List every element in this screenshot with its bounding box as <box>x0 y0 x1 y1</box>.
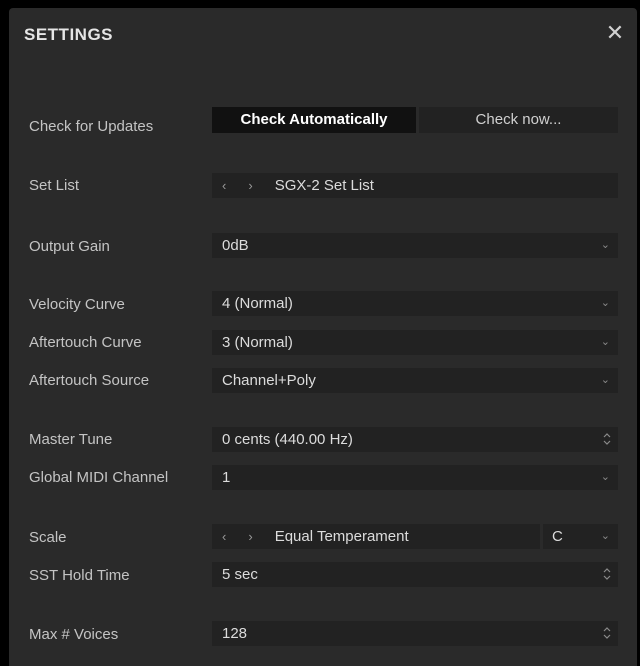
scale-value: Equal Temperament <box>274 528 409 545</box>
sst-hold-label: SST Hold Time <box>29 567 130 584</box>
max-voices-stepper[interactable]: 128 <box>212 621 618 646</box>
velocity-curve-value: 4 (Normal) <box>222 295 293 312</box>
set-list-next-icon[interactable]: › <box>248 178 262 193</box>
check-now-button[interactable]: Check now... <box>419 107 618 133</box>
chevron-down-icon: ⌄ <box>600 297 610 309</box>
chevron-down-icon: ⌄ <box>600 530 610 542</box>
set-list-prev-icon[interactable]: ‹ <box>222 178 236 193</box>
master-tune-label: Master Tune <box>29 431 113 448</box>
max-voices-value: 128 <box>222 625 248 642</box>
up-down-stepper-icon <box>603 627 611 639</box>
scale-key-dropdown[interactable]: C ⌄ <box>543 524 618 549</box>
output-gain-dropdown[interactable]: 0dB ⌄ <box>212 233 618 258</box>
chevron-down-icon: ⌄ <box>600 471 610 483</box>
set-list-label: Set List <box>29 177 80 194</box>
set-list-value: SGX-2 Set List <box>274 177 374 194</box>
scale-label: Scale <box>29 529 67 546</box>
aftertouch-curve-value: 3 (Normal) <box>222 334 293 351</box>
scale-key-value: C <box>552 528 563 545</box>
aftertouch-source-value: Channel+Poly <box>222 372 316 389</box>
dialog-title: SETTINGS <box>24 25 114 44</box>
master-tune-value: 0 cents (440.00 Hz) <box>222 431 353 448</box>
up-down-stepper-icon <box>603 568 611 580</box>
scale-field: ‹ › Equal Temperament <box>212 524 540 549</box>
chevron-down-icon: ⌄ <box>600 374 610 386</box>
max-voices-label: Max # Voices <box>29 626 119 643</box>
velocity-curve-dropdown[interactable]: 4 (Normal) ⌄ <box>212 291 618 316</box>
aftertouch-curve-label: Aftertouch Curve <box>29 334 142 351</box>
scale-prev-icon[interactable]: ‹ <box>222 529 236 544</box>
aftertouch-source-dropdown[interactable]: Channel+Poly ⌄ <box>212 368 618 393</box>
velocity-curve-label: Velocity Curve <box>29 296 125 313</box>
scale-next-icon[interactable]: › <box>248 529 262 544</box>
check-automatically-button[interactable]: Check Automatically <box>212 107 416 133</box>
set-list-field: ‹ › SGX-2 Set List <box>212 173 618 198</box>
up-down-stepper-icon <box>603 433 611 445</box>
sst-hold-value: 5 sec <box>222 566 258 583</box>
check-updates-label: Check for Updates <box>29 118 154 135</box>
sst-hold-stepper[interactable]: 5 sec <box>212 562 618 587</box>
midi-channel-label: Global MIDI Channel <box>29 469 169 486</box>
output-gain-value: 0dB <box>222 237 249 254</box>
close-icon[interactable]: ✕ <box>603 21 627 45</box>
midi-channel-dropdown[interactable]: 1 ⌄ <box>212 465 618 490</box>
aftertouch-source-label: Aftertouch Source <box>29 372 150 389</box>
midi-channel-value: 1 <box>222 469 231 486</box>
chevron-down-icon: ⌄ <box>600 239 610 251</box>
chevron-down-icon: ⌄ <box>600 336 610 348</box>
output-gain-label: Output Gain <box>29 238 110 255</box>
aftertouch-curve-dropdown[interactable]: 3 (Normal) ⌄ <box>212 330 618 355</box>
master-tune-stepper[interactable]: 0 cents (440.00 Hz) <box>212 427 618 452</box>
